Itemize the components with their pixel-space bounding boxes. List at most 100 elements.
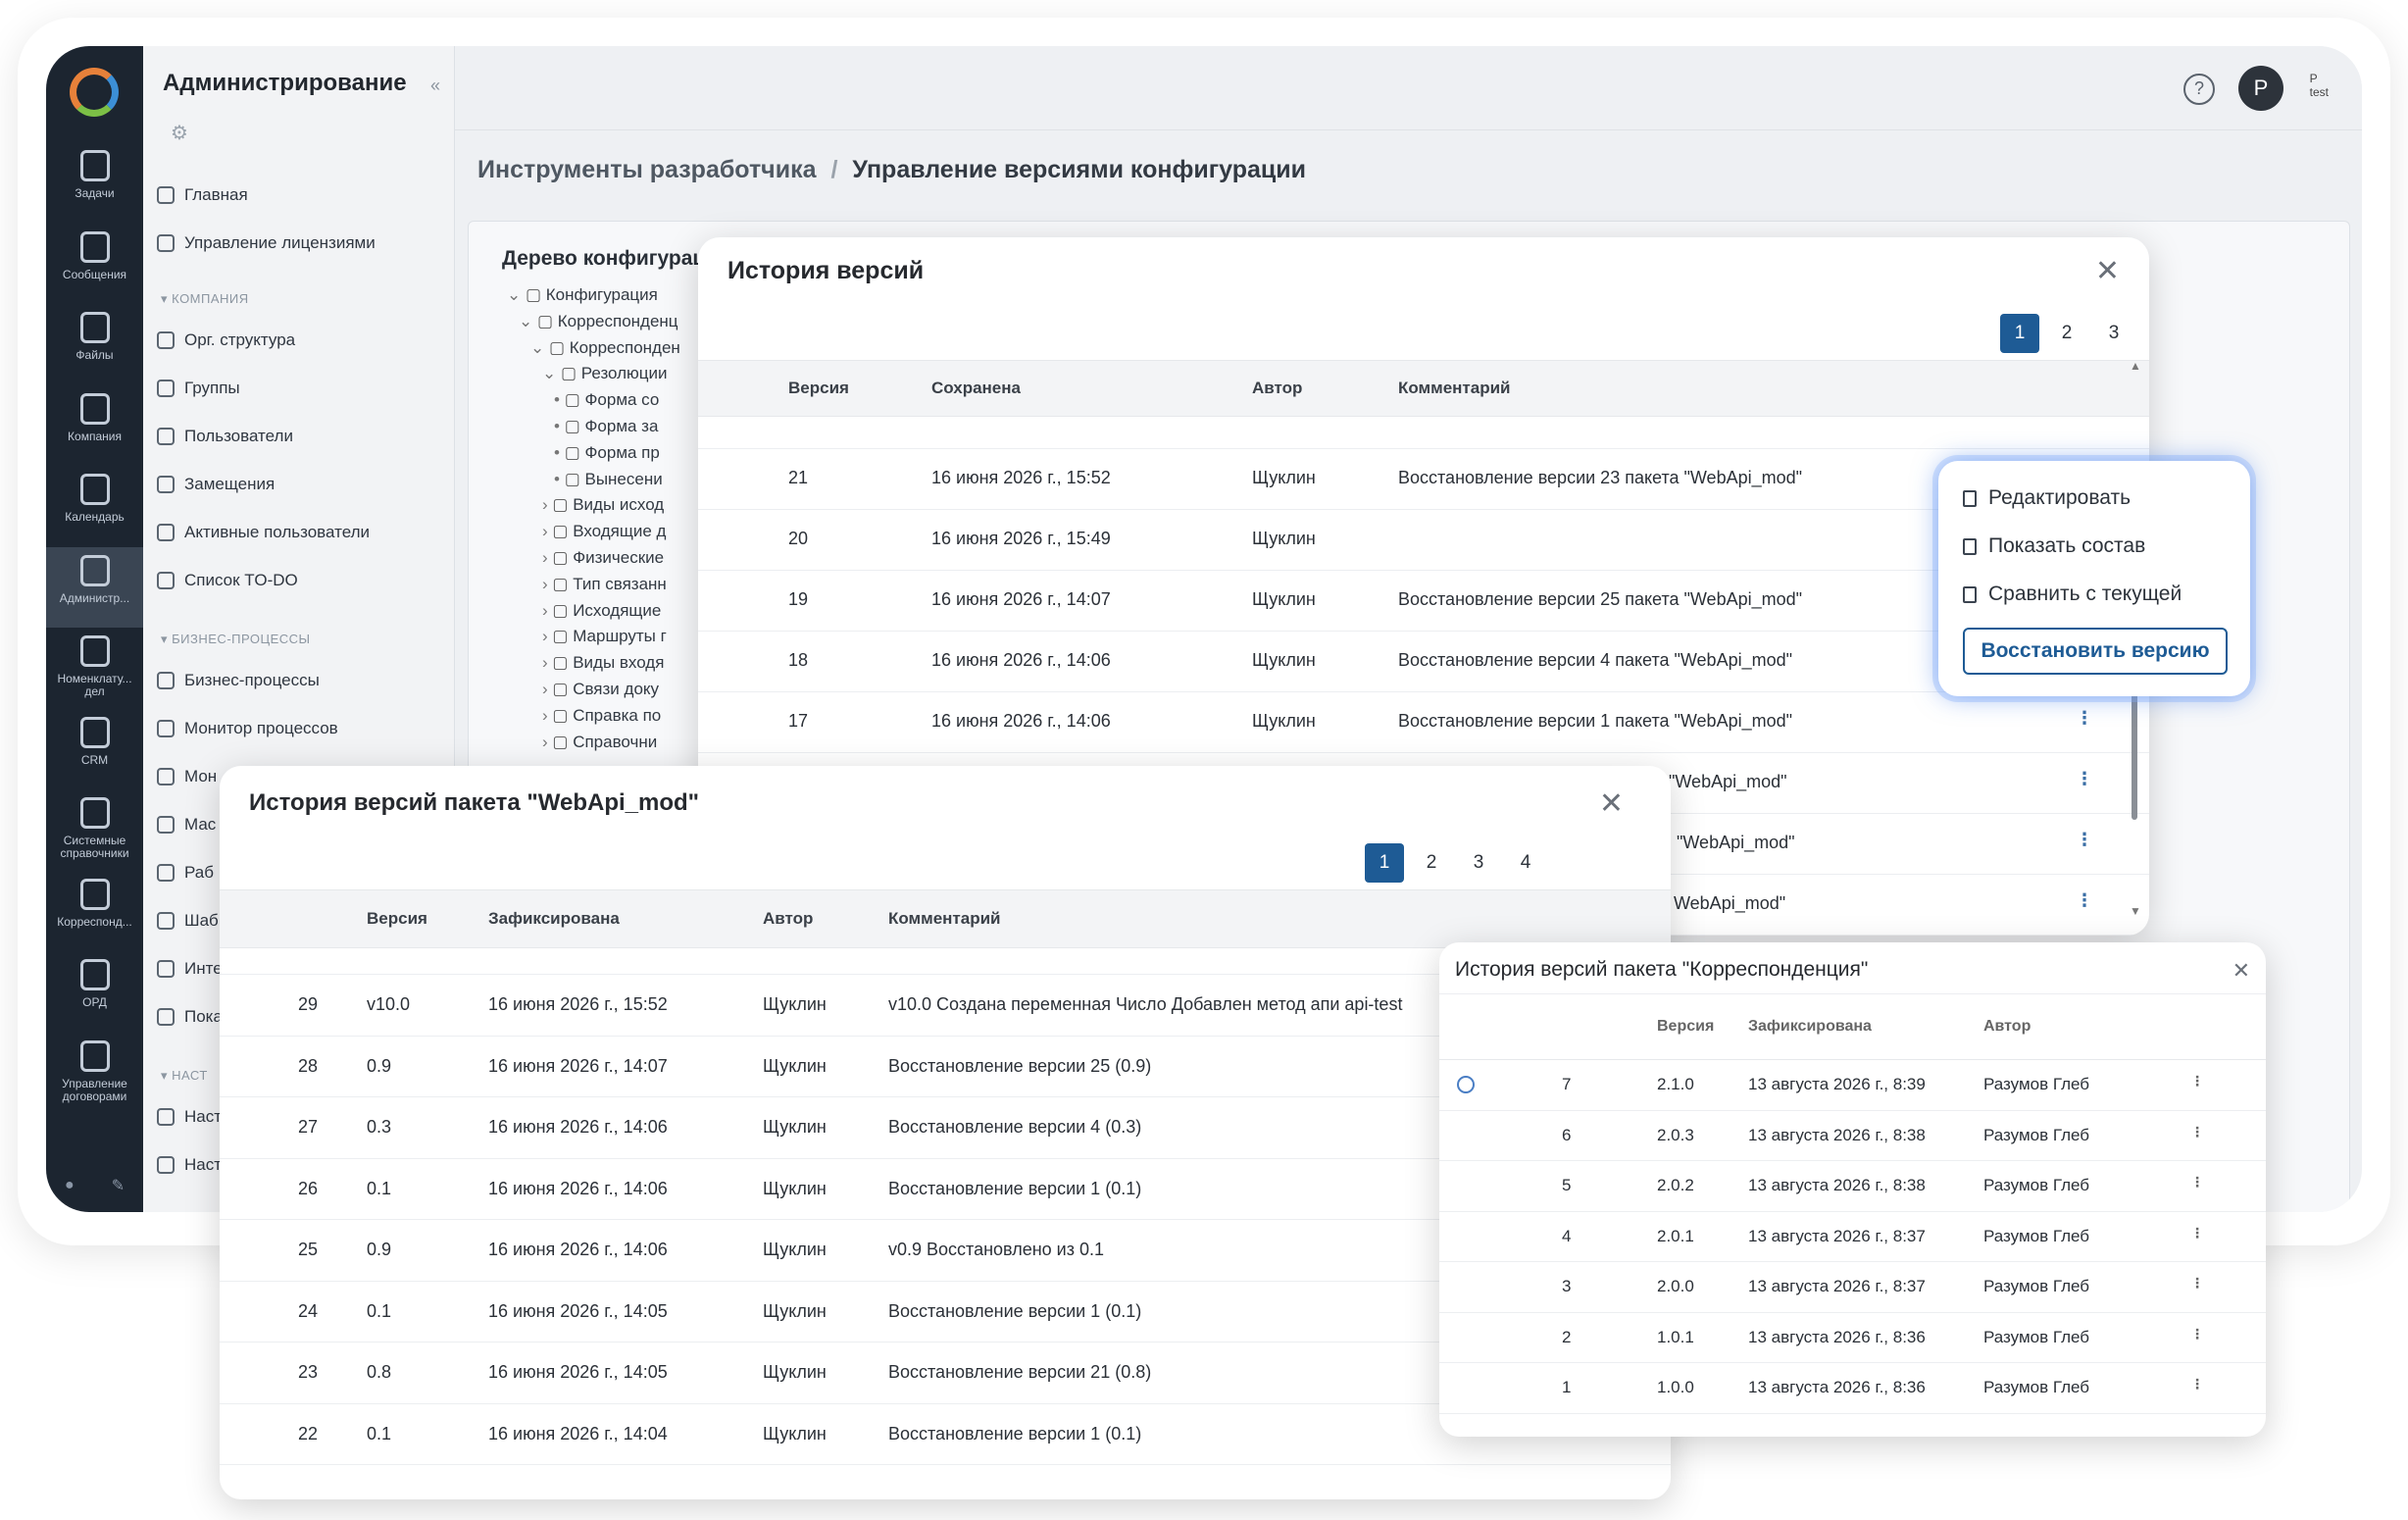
tree-node[interactable]: • ▢ Форма за [554,417,658,436]
menu-group-bp[interactable]: ▾ БИЗНЕС-ПРОЦЕССЫ [161,632,311,647]
tree-node[interactable]: › ▢ Тип связанн [542,575,667,594]
rail-item-10[interactable]: ОРД [46,951,143,1032]
tree-node[interactable]: › ▢ Виды исход [542,495,664,515]
menu-group-company[interactable]: ▾ КОМПАНИЯ [161,291,249,307]
tree-node[interactable]: › ▢ Связи доку [542,680,659,699]
row-menu-icon[interactable]: ⋮ [2076,708,2093,729]
tree-toggle-icon[interactable]: › [542,680,552,698]
tree-node[interactable]: › ▢ Маршруты г [542,627,667,646]
col-author[interactable]: Автор [1252,379,1302,398]
menu-item-monitor[interactable]: Монитор процессов [157,719,338,738]
page-2-button[interactable]: 2 [2047,314,2086,353]
tree-toggle-icon[interactable]: › [542,601,552,620]
tree-toggle-icon[interactable]: • [554,470,565,488]
tree-node[interactable]: • ▢ Вынесени [554,470,663,489]
row-menu-icon[interactable]: ⋮ [2190,1275,2204,1292]
close-icon[interactable]: ✕ [1599,789,1624,819]
app-logo-icon[interactable] [70,68,119,117]
col-comment[interactable]: Комментарий [1398,379,1510,398]
tree-node[interactable]: › ▢ Входящие д [542,522,666,541]
menu-item-org[interactable]: Орг. структура [157,330,295,350]
tree-node[interactable]: ⌄ ▢ Резолюции [542,364,668,383]
tree-node[interactable]: • ▢ Форма пр [554,443,660,463]
page-1-button[interactable]: 1 [1365,843,1404,883]
tree-node[interactable]: › ▢ Виды входя [542,653,664,673]
help-icon[interactable]: ? [2183,74,2215,105]
table-row[interactable]: 1 1.0.0 13 августа 2026 г., 8:36 Разумов Гл… [1439,1363,2266,1414]
tree-toggle-icon[interactable]: › [542,627,552,645]
menu-item-licenses[interactable]: Управление лицензиями [157,233,376,253]
user-mini-label[interactable]: Ptest [2310,72,2329,99]
tree-toggle-icon[interactable]: ⌄ [519,312,537,330]
rail-item-4[interactable]: Календарь [46,466,143,546]
table-row[interactable]: 18 16 июня 2026 г., 14:06 Щуклин Восстановл… [698,632,2149,692]
show-contents-menu-item[interactable]: Показать состав [1963,534,2145,558]
rail-item-2[interactable]: Файлы [46,304,143,384]
table-row[interactable]: 6 2.0.3 13 августа 2026 г., 8:38 Разумов Гл… [1439,1111,2266,1161]
table-row[interactable]: 7 2.1.0 13 августа 2026 г., 8:39 Разумов Гл… [1439,1060,2266,1111]
rail-item-11[interactable]: Управление договорами [46,1033,143,1113]
rail-item-9[interactable]: Корреспонд... [46,871,143,951]
collapse-sidebar-button[interactable]: « [430,76,440,96]
menu-item-int[interactable]: Инте [157,959,223,979]
rail-item-5[interactable]: Администр... [46,546,143,628]
col-version[interactable]: Версия [1657,1018,1714,1036]
col-version[interactable]: Версия [788,379,849,398]
row-menu-icon[interactable]: ⋮ [2190,1124,2204,1140]
tree-toggle-icon[interactable]: • [554,417,565,435]
tree-node[interactable]: › ▢ Физические [542,548,664,568]
row-menu-icon[interactable]: ⋮ [2190,1376,2204,1393]
row-menu-icon[interactable]: ⋮ [2190,1326,2204,1343]
menu-item-groups[interactable]: Группы [157,379,240,398]
tree-toggle-icon[interactable]: • [554,443,565,462]
breadcrumb-dev-tools[interactable]: Инструменты разработчика [477,156,816,183]
tree-toggle-icon[interactable]: ⌄ [507,285,526,304]
menu-group-settings[interactable]: ▾ НАСТ [161,1068,208,1084]
row-menu-icon[interactable]: ⋮ [2076,769,2093,789]
wrench-icon[interactable]: ✎ [112,1176,125,1195]
row-menu-icon[interactable]: ⋮ [2190,1225,2204,1241]
menu-item-nast1[interactable]: Наст [157,1107,222,1127]
rail-item-1[interactable]: Сообщения [46,224,143,304]
col-fixed[interactable]: Зафиксирована [1748,1018,1872,1036]
col-fixed[interactable]: Зафиксирована [488,909,620,929]
menu-item-sha[interactable]: Шаб [157,911,219,931]
page-2-button[interactable]: 2 [1412,843,1451,883]
table-row[interactable]: 20 16 июня 2026 г., 15:49 Щуклин [698,510,2149,571]
page-1-button[interactable]: 1 [2000,314,2039,353]
row-menu-icon[interactable]: ⋮ [2190,1073,2204,1089]
tree-toggle-icon[interactable]: ⌄ [530,338,549,357]
menu-item-todo[interactable]: Список TO-DO [157,571,298,590]
tree-toggle-icon[interactable]: › [542,706,552,725]
settings-dot-icon[interactable]: ● [65,1177,75,1194]
tree-toggle-icon[interactable]: › [542,495,552,514]
tree-node[interactable]: • ▢ Форма со [554,390,659,410]
col-version[interactable]: Версия [367,909,427,929]
menu-item-users[interactable]: Пользователи [157,427,293,446]
tree-node[interactable]: › ▢ Исходящие [542,601,661,621]
menu-item-substitutions[interactable]: Замещения [157,475,275,494]
page-3-button[interactable]: 3 [2094,314,2133,353]
menu-item-nast2[interactable]: Наст [157,1155,222,1175]
tree-node[interactable]: › ▢ Справка по [542,706,661,726]
menu-item-mas[interactable]: Мас [157,815,216,835]
page-4-button[interactable]: 4 [1506,843,1545,883]
tree-toggle-icon[interactable]: › [542,522,552,540]
admin-gear-icon[interactable]: ⚙ [171,121,188,145]
edit-menu-item[interactable]: Редактировать [1963,486,2131,510]
menu-item-bp[interactable]: Бизнес-процессы [157,671,320,690]
tree-node[interactable]: › ▢ Справочни [542,733,657,752]
menu-item-rab[interactable]: Раб [157,863,214,883]
table-row[interactable]: 17 16 июня 2026 г., 14:06 Щуклин Восстановл… [698,692,2149,753]
restore-version-button[interactable]: Восстановить версию [1963,628,2228,675]
close-icon[interactable]: ✕ [2095,257,2120,286]
col-saved[interactable]: Сохранена [931,379,1021,398]
tree-toggle-icon[interactable]: › [542,575,552,593]
rail-item-0[interactable]: Задачи [46,142,143,223]
compare-menu-item[interactable]: Сравнить с текущей [1963,583,2182,606]
col-comment[interactable]: Комментарий [888,909,1000,929]
menu-item-pok[interactable]: Пока [157,1007,223,1027]
table-row[interactable]: 2 1.0.1 13 августа 2026 г., 8:36 Разумов Гл… [1439,1313,2266,1363]
menu-item-home[interactable]: Главная [157,185,248,205]
tree-toggle-icon[interactable]: › [542,548,552,567]
